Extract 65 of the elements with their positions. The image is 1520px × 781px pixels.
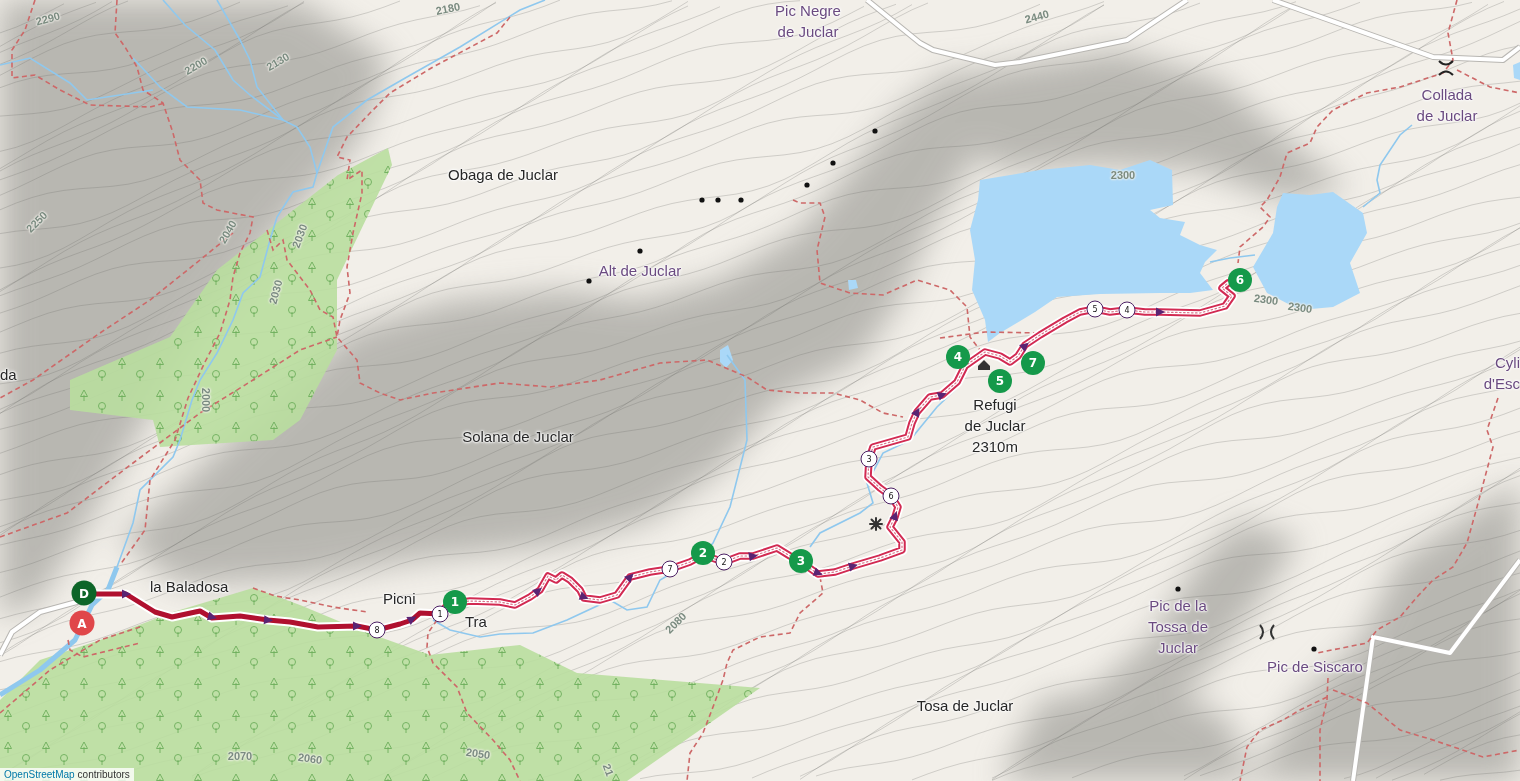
attribution-text: contributors xyxy=(77,768,130,781)
dot-icon xyxy=(715,197,721,203)
place-label: da xyxy=(0,365,17,385)
direction-arrow-icon xyxy=(1156,307,1165,317)
place-label: Tosa de Juclar xyxy=(916,696,1014,716)
direction-arrow-icon xyxy=(263,615,273,625)
elevation-label: 2200 xyxy=(182,54,210,78)
saddle-icon xyxy=(1438,60,1454,76)
place-label: Tra xyxy=(465,612,487,632)
direction-arrow-icon xyxy=(624,573,634,583)
direction-arrow-icon xyxy=(122,589,131,599)
elevation-label: 2030 xyxy=(266,278,286,306)
direction-arrow-icon xyxy=(578,591,589,600)
elevation-label: 2030 xyxy=(289,222,311,250)
elevation-label: 2180 xyxy=(434,0,462,18)
dot-icon xyxy=(586,278,592,284)
lake xyxy=(848,280,858,290)
peak-label: Pic Negre de Juclar xyxy=(775,1,841,42)
dot-icon xyxy=(872,128,878,134)
direction-arrow-icon xyxy=(911,407,920,418)
saddle-icon xyxy=(1259,624,1275,640)
elevation-label: 2070 xyxy=(227,749,253,763)
elevation-label: 2300 xyxy=(1252,291,1280,309)
elevation-label: 2130 xyxy=(264,50,292,74)
dot-icon xyxy=(830,160,836,166)
direction-arrow-icon xyxy=(532,587,542,597)
place-label: la Baladosa xyxy=(150,577,229,597)
peak-label: Cyli d'Esc xyxy=(1483,353,1520,394)
peak-label: Pic de la Tossa de Juclar xyxy=(1148,596,1208,658)
asterisk-icon xyxy=(869,517,883,531)
elevation-label: 2000 xyxy=(198,387,212,413)
direction-arrow-icon xyxy=(353,621,362,631)
dot-icon xyxy=(699,197,705,203)
direction-arrow-icon xyxy=(748,552,758,562)
direction-arrow-icon xyxy=(206,611,217,621)
direction-arrow-icon xyxy=(812,567,823,576)
lake xyxy=(1513,62,1520,80)
stream xyxy=(1209,254,1256,263)
place-label: Refugi de Juclar 2310m xyxy=(964,395,1026,457)
elevation-label: 2300 xyxy=(1286,299,1314,317)
place-label: Obaga de Juclar xyxy=(447,165,559,185)
direction-arrow-icon xyxy=(936,392,947,401)
dot-icon xyxy=(1175,586,1181,592)
direction-arrow-icon xyxy=(406,616,417,625)
direction-arrow-icon xyxy=(1019,342,1029,352)
peak-label: Pic de Siscaro xyxy=(1267,657,1363,677)
elevation-label: 2050 xyxy=(464,745,492,763)
hut-icon xyxy=(978,360,990,370)
lake xyxy=(720,345,733,368)
dot-icon xyxy=(1311,646,1317,652)
direction-arrow-icon xyxy=(847,562,858,572)
elevation-label: 2300 xyxy=(1110,168,1136,182)
attribution-link[interactable]: OpenStreetMap xyxy=(4,768,75,781)
direction-arrow-icon xyxy=(889,511,898,522)
dot-icon xyxy=(804,182,810,188)
peak-label: Alt de Juclar xyxy=(598,261,682,281)
place-label: Picni xyxy=(383,589,416,609)
dot-icon xyxy=(738,197,744,203)
elevation-label: 2290 xyxy=(34,9,62,29)
peak-label: Collada de Juclar xyxy=(1416,85,1478,126)
elevation-label: 2440 xyxy=(1023,7,1051,27)
place-label: Solana de Juclar xyxy=(462,427,574,447)
elevation-label: 2060 xyxy=(296,750,324,768)
dot-icon xyxy=(637,248,643,254)
elevation-label: 21 xyxy=(599,762,617,778)
